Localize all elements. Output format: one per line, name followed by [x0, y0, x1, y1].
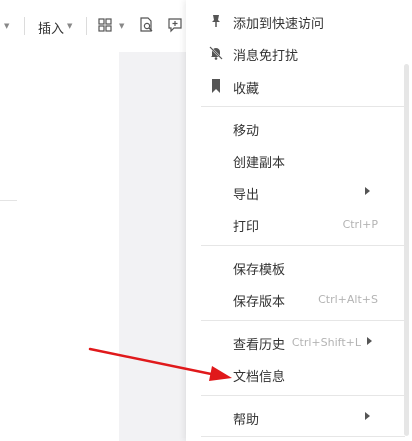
find-doc-icon[interactable] — [139, 17, 154, 33]
menu-item-save-template[interactable]: 保存模板 — [186, 253, 401, 281]
toolbar-separator — [24, 17, 25, 35]
shortcut-view-history: Ctrl+Shift+L — [291, 336, 361, 349]
submenu-arrow-icon — [365, 187, 370, 195]
grid-caret-icon[interactable]: ▼ — [119, 22, 124, 30]
insert-caret-icon[interactable]: ▼ — [67, 22, 72, 30]
shortcut-print: Ctrl+P — [342, 218, 378, 231]
submenu-arrow-icon — [367, 337, 372, 345]
pin-icon — [212, 15, 220, 27]
submenu-arrow-icon — [365, 412, 370, 420]
toolbar-separator — [86, 17, 87, 35]
menu-item-create-copy[interactable]: 创建副本 — [186, 146, 401, 174]
menu-divider — [201, 245, 405, 246]
menu-item-save-version[interactable]: 保存版本 Ctrl+Alt+S — [186, 285, 401, 313]
menu-item-help[interactable]: 帮助 — [186, 403, 401, 431]
menu-divider — [201, 320, 405, 321]
insert-menu-button[interactable]: 插入 — [38, 18, 64, 37]
annotation-arrow-icon — [88, 347, 232, 381]
menu-item-print[interactable]: 打印 Ctrl+P — [186, 210, 401, 238]
bell-off-icon — [209, 46, 223, 60]
menu-item-add-quick-access[interactable]: 添加到快速访问 — [186, 7, 401, 35]
menu-divider — [201, 106, 405, 107]
menu-item-mute-notifications[interactable]: 消息免打扰 — [186, 39, 401, 67]
menu-item-move[interactable]: 移动 — [186, 114, 401, 142]
menu-item-export[interactable]: 导出 — [186, 178, 401, 206]
grid-view-icon[interactable] — [98, 18, 112, 32]
dropdown-caret-icon[interactable]: ▼ — [4, 22, 9, 30]
menu-divider — [201, 395, 405, 396]
add-comment-icon[interactable] — [167, 17, 183, 33]
menu-item-favorite[interactable]: 收藏 — [186, 72, 401, 100]
menu-scrollbar[interactable] — [404, 64, 409, 436]
toolbar: ▼ 插入 ▼ ▼ — [0, 0, 190, 52]
page-margin-line — [0, 200, 17, 201]
menu-divider — [201, 436, 405, 437]
bookmark-icon — [212, 79, 220, 93]
shortcut-save-version: Ctrl+Alt+S — [318, 293, 378, 306]
